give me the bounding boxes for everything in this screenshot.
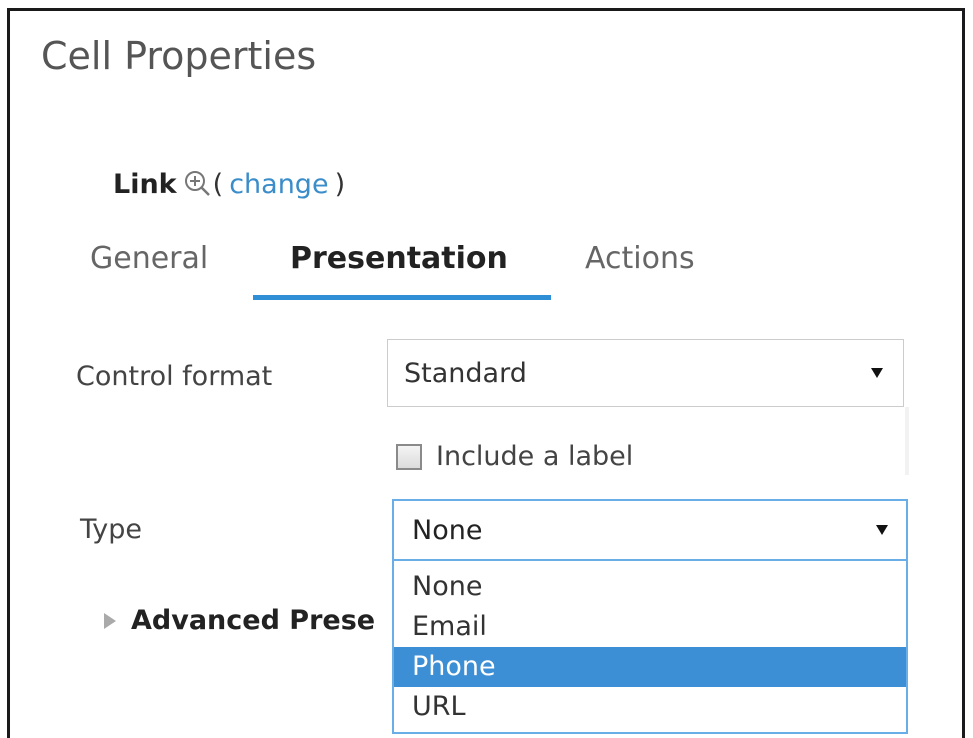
control-format-value: Standard <box>404 357 527 389</box>
link-row: Link ( change ) <box>113 166 345 202</box>
type-option-phone[interactable]: Phone <box>394 647 906 687</box>
tab-actions[interactable]: Actions <box>585 241 695 276</box>
control-format-label: Control format <box>76 361 273 392</box>
tab-general[interactable]: General <box>90 241 208 276</box>
type-label: Type <box>80 514 143 545</box>
type-option-url[interactable]: URL <box>394 687 906 727</box>
active-tab-indicator <box>253 295 551 300</box>
panel-title: Cell Properties <box>41 34 317 78</box>
include-label-checkbox[interactable] <box>396 443 422 470</box>
control-format-select[interactable]: Standard <box>387 339 904 407</box>
dropdown-arrow-icon <box>871 368 883 378</box>
type-option-none[interactable]: None <box>394 567 906 607</box>
advanced-presentation-label: Advanced Prese <box>131 605 376 636</box>
link-label: Link <box>113 168 177 200</box>
open-paren: ( <box>212 168 224 200</box>
type-value: None <box>412 514 483 546</box>
type-dropdown-list: None Email Phone URL <box>392 561 908 734</box>
dropdown-arrow-icon <box>876 525 888 535</box>
change-link[interactable]: change <box>229 169 328 200</box>
expand-arrow-icon <box>104 612 116 629</box>
advanced-presentation-toggle[interactable]: Advanced Prese <box>104 605 375 636</box>
include-label-text: Include a label <box>436 441 634 472</box>
include-label-row: Include a label <box>396 441 633 472</box>
zoom-in-icon[interactable] <box>183 169 213 199</box>
cell-properties-panel: Cell Properties Link ( change ) General … <box>7 8 965 738</box>
type-select[interactable]: None <box>392 499 908 561</box>
select-shadow <box>905 407 909 475</box>
close-paren: ) <box>334 168 346 200</box>
type-option-email[interactable]: Email <box>394 607 906 647</box>
tab-presentation[interactable]: Presentation <box>290 241 508 276</box>
